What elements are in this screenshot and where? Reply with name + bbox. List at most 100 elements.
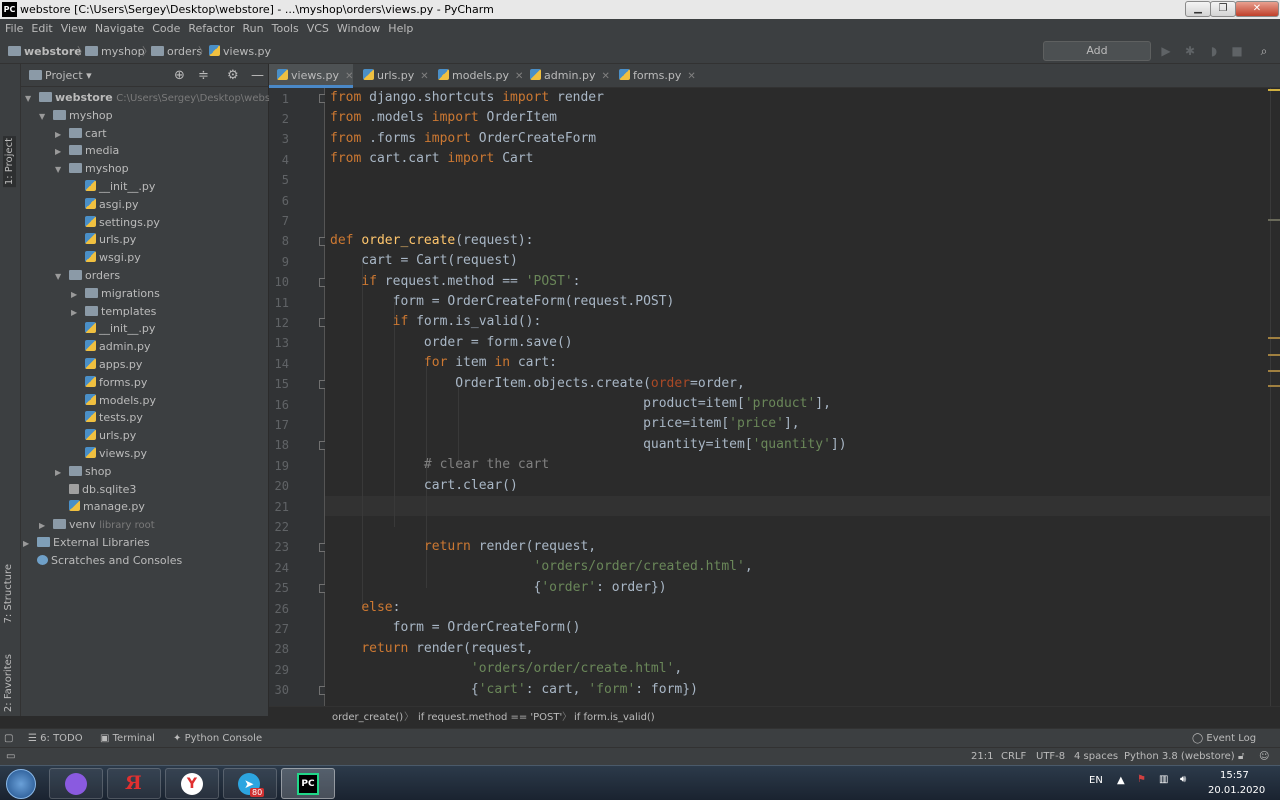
tab-urls-py[interactable]: urls.py ✕ [355, 64, 429, 88]
caret-position[interactable]: 21:1 [971, 748, 993, 765]
tab-admin-py[interactable]: admin.py ✕ [522, 64, 610, 88]
python-interpreter[interactable]: Python 3.8 (webstore) [1124, 748, 1235, 765]
line-number[interactable]: 18 [269, 435, 289, 455]
start-button[interactable] [6, 769, 36, 799]
tree-item-wsgi-py[interactable]: wsgi.py [71, 249, 141, 267]
menu-vcs[interactable]: VCS [302, 19, 332, 39]
tray-expand-icon[interactable]: ▲ [1117, 775, 1125, 786]
line-number[interactable]: 24 [269, 558, 289, 578]
network-icon[interactable]: ▥ [1159, 774, 1168, 785]
debug-icon[interactable]: ✱ [1184, 44, 1196, 58]
line-number[interactable]: 11 [269, 293, 289, 313]
close-tab-icon[interactable]: ✕ [601, 71, 609, 82]
collapsed-arrow-icon[interactable]: ▶ [55, 143, 69, 161]
collapsed-arrow-icon[interactable]: ▶ [39, 517, 53, 535]
menu-help[interactable]: Help [383, 19, 416, 39]
line-number[interactable]: 15 [269, 374, 289, 394]
tree-item-admin-py[interactable]: admin.py [71, 338, 150, 356]
collapse-all-icon[interactable]: ≑ [198, 64, 209, 87]
tree-root-webstore[interactable]: ▼ webstore C:\Users\Sergey\Desktop\websto… [23, 89, 290, 107]
line-number[interactable]: 6 [269, 191, 289, 211]
tree-item-models-py[interactable]: models.py [71, 392, 156, 410]
volume-icon[interactable]: 🔊︎ [1180, 774, 1186, 785]
tree-item-manage-py[interactable]: manage.py [55, 498, 145, 516]
tree-item-db-sqlite3[interactable]: db.sqlite3 [55, 481, 136, 499]
line-number[interactable]: 29 [269, 660, 289, 680]
line-number[interactable]: 20 [269, 476, 289, 496]
code-crumb-function[interactable]: order_create() [332, 707, 403, 729]
line-number[interactable]: 13 [269, 333, 289, 353]
line-separator[interactable]: CRLF [1001, 748, 1026, 765]
search-everywhere-icon[interactable]: ⌕ [1258, 44, 1270, 58]
favorites-tool-tab[interactable]: 2: Favorites [3, 654, 14, 712]
todo-tab[interactable]: ☰ 6: TODO [28, 729, 83, 748]
tree-item-settings-py[interactable]: settings.py [71, 214, 160, 232]
line-number[interactable]: 1 [269, 89, 289, 109]
terminal-tab[interactable]: ▣ Terminal [100, 729, 155, 748]
tree-item-venv[interactable]: ▶ venv library root [39, 516, 155, 534]
tab-views-py[interactable]: views.py ✕ [269, 64, 353, 88]
close-tab-icon[interactable]: ✕ [345, 71, 353, 82]
line-number[interactable]: 8 [269, 231, 289, 251]
menu-code[interactable]: Code [147, 19, 183, 39]
line-number[interactable]: 27 [269, 619, 289, 639]
close-tab-icon[interactable]: ✕ [420, 71, 428, 82]
taskbar-pycharm[interactable]: PC [281, 768, 335, 799]
breadcrumb-orders[interactable]: orders [151, 39, 202, 64]
line-number[interactable]: 16 [269, 395, 289, 415]
tab-forms-py[interactable]: forms.py ✕ [611, 64, 696, 88]
menu-refactor[interactable]: Refactor [183, 19, 237, 39]
status-panel-icon[interactable]: ▭ [6, 748, 15, 765]
lock-icon[interactable]: 🔓︎ [1238, 748, 1244, 765]
menu-file[interactable]: File [0, 19, 26, 39]
tree-item-urls-py[interactable]: urls.py [71, 427, 136, 445]
tree-item-myshop[interactable]: ▼ myshop [39, 107, 113, 125]
indent-setting[interactable]: 4 spaces [1074, 748, 1118, 765]
collapsed-arrow-icon[interactable]: ▶ [55, 126, 69, 144]
add-configuration-button[interactable]: Add Configuration... [1043, 41, 1151, 75]
stop-icon[interactable]: ■ [1231, 44, 1243, 58]
line-number[interactable]: 25 [269, 578, 289, 598]
structure-tool-tab[interactable]: 7: Structure [3, 564, 14, 623]
tree-item-cart[interactable]: ▶ cart [55, 125, 107, 143]
action-center-flag-icon[interactable]: ⚑ [1137, 774, 1146, 785]
expand-arrow-icon[interactable]: ▼ [25, 90, 39, 108]
tree-item-myshop[interactable]: ▼ myshop [55, 160, 129, 178]
tree-item-tests-py[interactable]: tests.py [71, 409, 143, 427]
tree-item--init-py[interactable]: __init__.py [71, 178, 155, 196]
line-number[interactable]: 14 [269, 354, 289, 374]
line-number[interactable]: 2 [269, 109, 289, 129]
project-tool-tab[interactable]: 1: Project [3, 136, 16, 188]
coverage-icon[interactable]: ◗ [1208, 44, 1220, 58]
event-log-tab[interactable]: ◯ Event Log [1192, 729, 1256, 748]
collapsed-arrow-icon[interactable]: ▶ [23, 535, 37, 553]
tree-item-migrations[interactable]: ▶ migrations [71, 285, 160, 303]
tree-item-shop[interactable]: ▶ shop [55, 463, 111, 481]
breadcrumb-myshop[interactable]: myshop [85, 39, 145, 64]
line-number[interactable]: 12 [269, 313, 289, 333]
menu-window[interactable]: Window [332, 19, 383, 39]
locate-icon[interactable]: ⊕ [174, 64, 185, 87]
warning-marker[interactable] [1268, 370, 1280, 372]
gear-icon[interactable]: ⚙ [227, 64, 239, 87]
run-icon[interactable]: ▶ [1160, 44, 1172, 58]
line-number[interactable]: 7 [269, 211, 289, 231]
tree-item-apps-py[interactable]: apps.py [71, 356, 142, 374]
line-number[interactable]: 9 [269, 252, 289, 272]
menu-edit[interactable]: Edit [26, 19, 55, 39]
code-crumb-if-valid[interactable]: if form.is_valid() [574, 707, 655, 729]
line-number[interactable]: 22 [269, 517, 289, 537]
project-view-selector[interactable]: Project ▾ [29, 64, 92, 87]
tree-item-forms-py[interactable]: forms.py [71, 374, 147, 392]
line-number[interactable]: 26 [269, 599, 289, 619]
expanded-arrow-icon[interactable]: ▼ [55, 268, 69, 286]
warning-marker[interactable] [1268, 219, 1280, 221]
line-number[interactable]: 30 [269, 680, 289, 700]
line-number[interactable]: 21 [269, 497, 289, 517]
close-tab-icon[interactable]: ✕ [687, 71, 695, 82]
tree-item-media[interactable]: ▶ media [55, 142, 119, 160]
line-number[interactable]: 4 [269, 150, 289, 170]
tree-item-templates[interactable]: ▶ templates [71, 303, 156, 321]
line-number[interactable]: 19 [269, 456, 289, 476]
line-number[interactable]: 3 [269, 129, 289, 149]
